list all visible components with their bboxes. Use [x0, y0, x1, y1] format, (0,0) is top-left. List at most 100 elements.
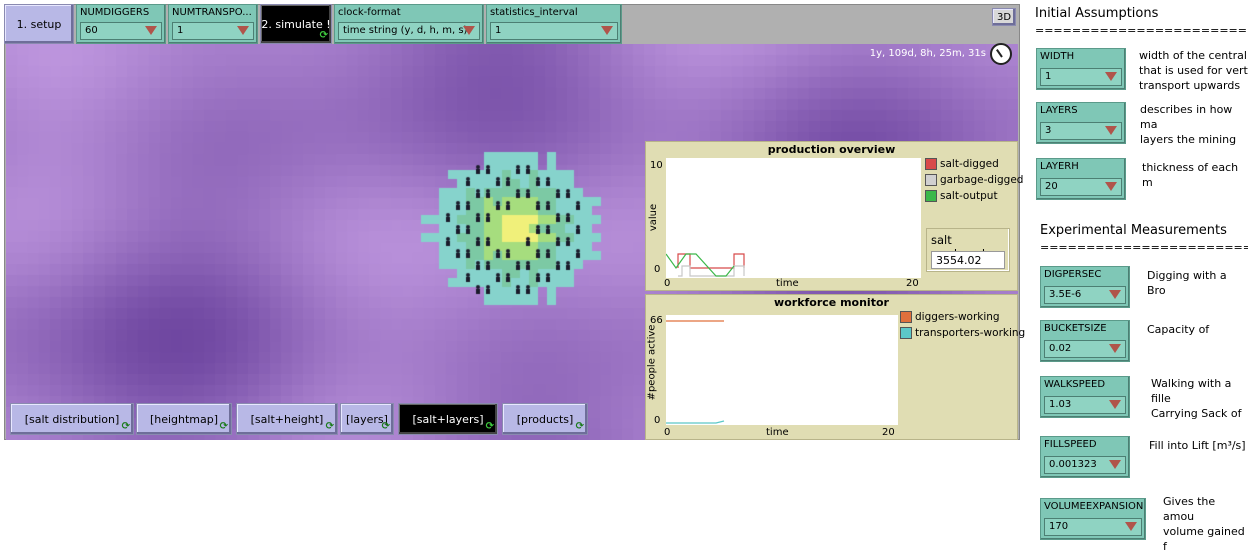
fillspeed-chooser[interactable]: FILLSPEED 0.001323: [1040, 436, 1130, 478]
bucketsize-note: Capacity of Carrying: [1147, 323, 1210, 340]
forever-icon: ⟳: [121, 421, 130, 432]
legend-swatch: [925, 174, 937, 186]
forever-icon: ⟳: [325, 421, 334, 432]
x-min-label: 0: [664, 427, 671, 438]
y-max-label: 10: [650, 160, 663, 171]
production-chart-svg: [666, 253, 745, 277]
workforce-monitor-plot: workforce monitor 66 0 #people active 0 …: [645, 294, 1025, 440]
chevron-down-icon: [1109, 400, 1121, 409]
x-max-label: 20: [906, 278, 919, 289]
legend-salt-output: salt-output: [925, 190, 998, 202]
bucketsize-label: BUCKETSIZE: [1044, 323, 1107, 334]
chevron-down-icon: [1109, 290, 1121, 299]
three-d-button[interactable]: 3D: [992, 8, 1016, 26]
legend-swatch: [900, 311, 912, 323]
forever-icon: ⟳: [575, 421, 584, 432]
statistics-interval-value: 1: [490, 22, 618, 40]
chevron-down-icon: [1109, 460, 1121, 469]
salt-output-line: [666, 253, 735, 277]
forever-icon: ⟳: [485, 421, 494, 432]
layers-label: LAYERS: [1040, 105, 1078, 116]
chevron-down-icon: [1105, 126, 1117, 135]
x-max-label: 20: [882, 427, 895, 438]
divider: =====================================: [1035, 24, 1248, 37]
legend-garbage-digged: garbage-digged: [925, 174, 1023, 186]
salt-layers-label: [salt+layers]: [412, 412, 484, 426]
legend-swatch: [925, 158, 937, 170]
x-min-label: 0: [664, 278, 671, 289]
legend-diggers-working: diggers-working: [900, 311, 1000, 323]
heightmap-button[interactable]: [heightmap] ⟳: [136, 403, 232, 435]
forever-icon: ⟳: [381, 421, 390, 432]
clock-format-label: clock-format: [338, 7, 401, 18]
layerh-chooser[interactable]: LAYERH 20: [1036, 158, 1126, 200]
forever-icon: ⟳: [219, 421, 228, 432]
y-axis-label: value: [648, 203, 660, 232]
layers-button[interactable]: [layers] ⟳: [340, 403, 394, 435]
transporters-working-line: [666, 420, 725, 424]
layers-chooser[interactable]: LAYERS 3: [1036, 102, 1126, 144]
clock-format-chooser[interactable]: clock-format time string (y, d, h, m, s): [334, 4, 484, 44]
digpersec-chooser[interactable]: DIGPERSEC 3.5E-6: [1040, 266, 1130, 308]
x-axis-label: time: [776, 278, 799, 289]
chevron-down-icon: [237, 26, 249, 35]
chevron-down-icon: [1105, 182, 1117, 191]
walkspeed-label: WALKSPEED: [1044, 379, 1106, 390]
volumeexpansion-label: VOLUMEEXPANSION: [1044, 501, 1144, 512]
chevron-down-icon: [145, 26, 157, 35]
legend-transporters-working: transporters-working: [900, 327, 1025, 339]
salt-height-label: [salt+height]: [250, 412, 324, 426]
y-min-label: 0: [654, 415, 661, 426]
fillspeed-note: Fill into Lift [m³/s]: [1149, 439, 1246, 452]
setup-label: 1. setup: [16, 17, 62, 31]
salt-produced-monitor: salt produced 3554.02: [926, 228, 1010, 272]
chevron-down-icon: [601, 26, 613, 35]
bucketsize-chooser[interactable]: BUCKETSIZE 0.02: [1040, 320, 1130, 362]
plot-title: production overview: [767, 143, 896, 156]
fillspeed-label: FILLSPEED: [1044, 439, 1097, 450]
divider: =====================================: [1040, 241, 1248, 254]
setup-button[interactable]: 1. setup: [4, 4, 74, 44]
experimental-measurements-heading: Experimental Measurements: [1040, 223, 1227, 238]
initial-assumptions-heading: Initial Assumptions: [1035, 6, 1159, 21]
y-min-label: 0: [654, 264, 661, 275]
clock-icon: [990, 43, 1012, 65]
salt-height-button[interactable]: [salt+height] ⟳: [236, 403, 338, 435]
monitor-value: 3554.02: [931, 251, 1005, 269]
products-label: [products]: [516, 412, 574, 426]
chevron-down-icon: [1125, 522, 1137, 531]
width-label: WIDTH: [1040, 51, 1075, 62]
numtransporters-chooser[interactable]: NUMTRANSPO... 1: [168, 4, 258, 44]
legend-salt-digged: salt-digged: [925, 158, 999, 170]
numdiggers-chooser[interactable]: NUMDIGGERS 60: [76, 4, 166, 44]
digpersec-label: DIGPERSEC: [1044, 269, 1102, 280]
salt-distribution-button[interactable]: [salt distribution] ⟳: [10, 403, 134, 435]
clock-readout: 1y, 109d, 8h, 25m, 31s: [869, 48, 986, 59]
volumeexpansion-chooser[interactable]: VOLUMEEXPANSION 170: [1040, 498, 1146, 540]
layerh-label: LAYERH: [1040, 161, 1079, 172]
legend-swatch: [900, 327, 912, 339]
products-button[interactable]: [products] ⟳: [502, 403, 588, 435]
salt-layers-button[interactable]: [salt+layers] ⟳: [398, 403, 498, 435]
numtransporters-label: NUMTRANSPO...: [172, 7, 252, 18]
x-axis-label: time: [766, 427, 789, 438]
heightmap-label: [heightmap]: [149, 412, 219, 426]
layers-note: describes in how ma layers the mining pr…: [1140, 103, 1237, 146]
plot-area: [666, 158, 921, 278]
simulate-button[interactable]: 2. simulate ! ⟳: [260, 4, 332, 44]
width-note: width of the central that is used for ve…: [1139, 49, 1248, 92]
digpersec-note: Digging with a Bro Tool [m³/s]: [1147, 269, 1227, 300]
width-chooser[interactable]: WIDTH 1: [1036, 48, 1126, 90]
chevron-down-icon: [1105, 72, 1117, 81]
plot-area: [666, 315, 898, 425]
statistics-interval-chooser[interactable]: statistics_interval 1: [486, 4, 622, 44]
y-axis-label: #people active: [646, 324, 658, 401]
walkspeed-note: Walking with a fille Carrying Sack of 2 …: [1151, 377, 1242, 420]
layerh-note: thickness of each m layer in meters: [1142, 161, 1239, 192]
statistics-interval-label: statistics_interval: [490, 7, 578, 18]
numdiggers-label: NUMDIGGERS: [80, 7, 150, 18]
chevron-down-icon: [463, 26, 475, 35]
forever-icon: ⟳: [319, 30, 328, 41]
walkspeed-chooser[interactable]: WALKSPEED 1.03: [1040, 376, 1130, 418]
clock-format-value: time string (y, d, h, m, s): [338, 22, 480, 40]
